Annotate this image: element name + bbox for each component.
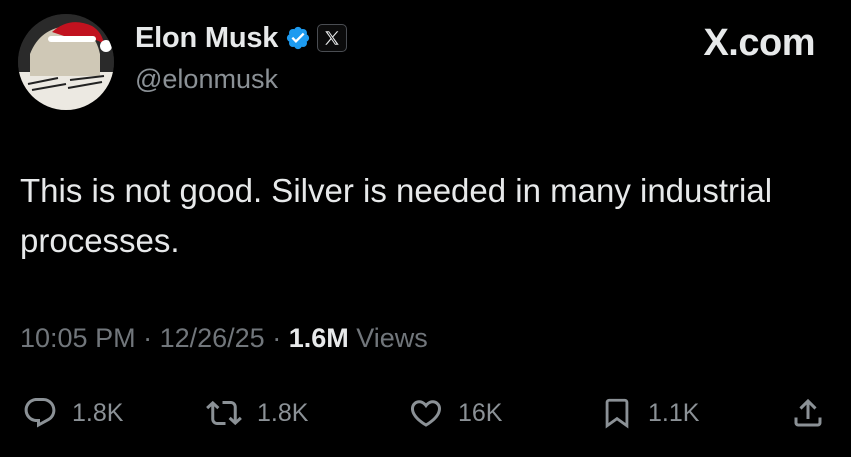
bookmark-icon bbox=[600, 395, 634, 431]
x-logo-icon[interactable] bbox=[317, 24, 348, 52]
tweet-meta: 10:05 PM · 12/26/25 · 1.6M Views bbox=[20, 323, 428, 354]
meta-separator: · bbox=[264, 323, 289, 353]
reply-count: 1.8K bbox=[72, 398, 124, 427]
bookmark-count: 1.1K bbox=[648, 398, 700, 427]
tweet-text: This is not good. Silver is needed in ma… bbox=[20, 172, 773, 259]
like-count: 16K bbox=[458, 398, 503, 427]
avatar[interactable] bbox=[18, 14, 114, 110]
share-button[interactable] bbox=[790, 390, 826, 436]
author-name[interactable]: Elon Musk bbox=[135, 22, 278, 55]
meta-separator: · bbox=[135, 323, 160, 353]
repost-count: 1.8K bbox=[257, 398, 309, 427]
views-label: Views bbox=[348, 323, 428, 353]
reply-button[interactable]: 1.8K bbox=[22, 390, 123, 436]
reply-icon bbox=[22, 395, 58, 431]
repost-button[interactable]: 1.8K bbox=[205, 390, 308, 436]
brand-label: X.com bbox=[703, 22, 815, 64]
tweet-date[interactable]: 12/26/25 bbox=[160, 323, 265, 353]
tweet-header: Elon Musk @elonmusk bbox=[135, 20, 348, 95]
brand-watermark: X.com bbox=[703, 22, 815, 65]
bookmark-button[interactable]: 1.1K bbox=[600, 390, 699, 436]
action-bar: 1.8K 1.8K 16K 1.1K bbox=[0, 390, 851, 436]
views-count[interactable]: 1.6M bbox=[289, 323, 349, 353]
like-button[interactable]: 16K bbox=[408, 390, 502, 436]
verified-badge-icon[interactable] bbox=[285, 25, 311, 51]
author-handle[interactable]: @elonmusk bbox=[135, 64, 347, 95]
name-row: Elon Musk bbox=[135, 20, 348, 56]
heart-icon bbox=[408, 395, 444, 431]
tweet-time[interactable]: 10:05 PM bbox=[20, 323, 136, 353]
share-icon bbox=[790, 395, 826, 431]
repost-icon bbox=[205, 395, 243, 431]
